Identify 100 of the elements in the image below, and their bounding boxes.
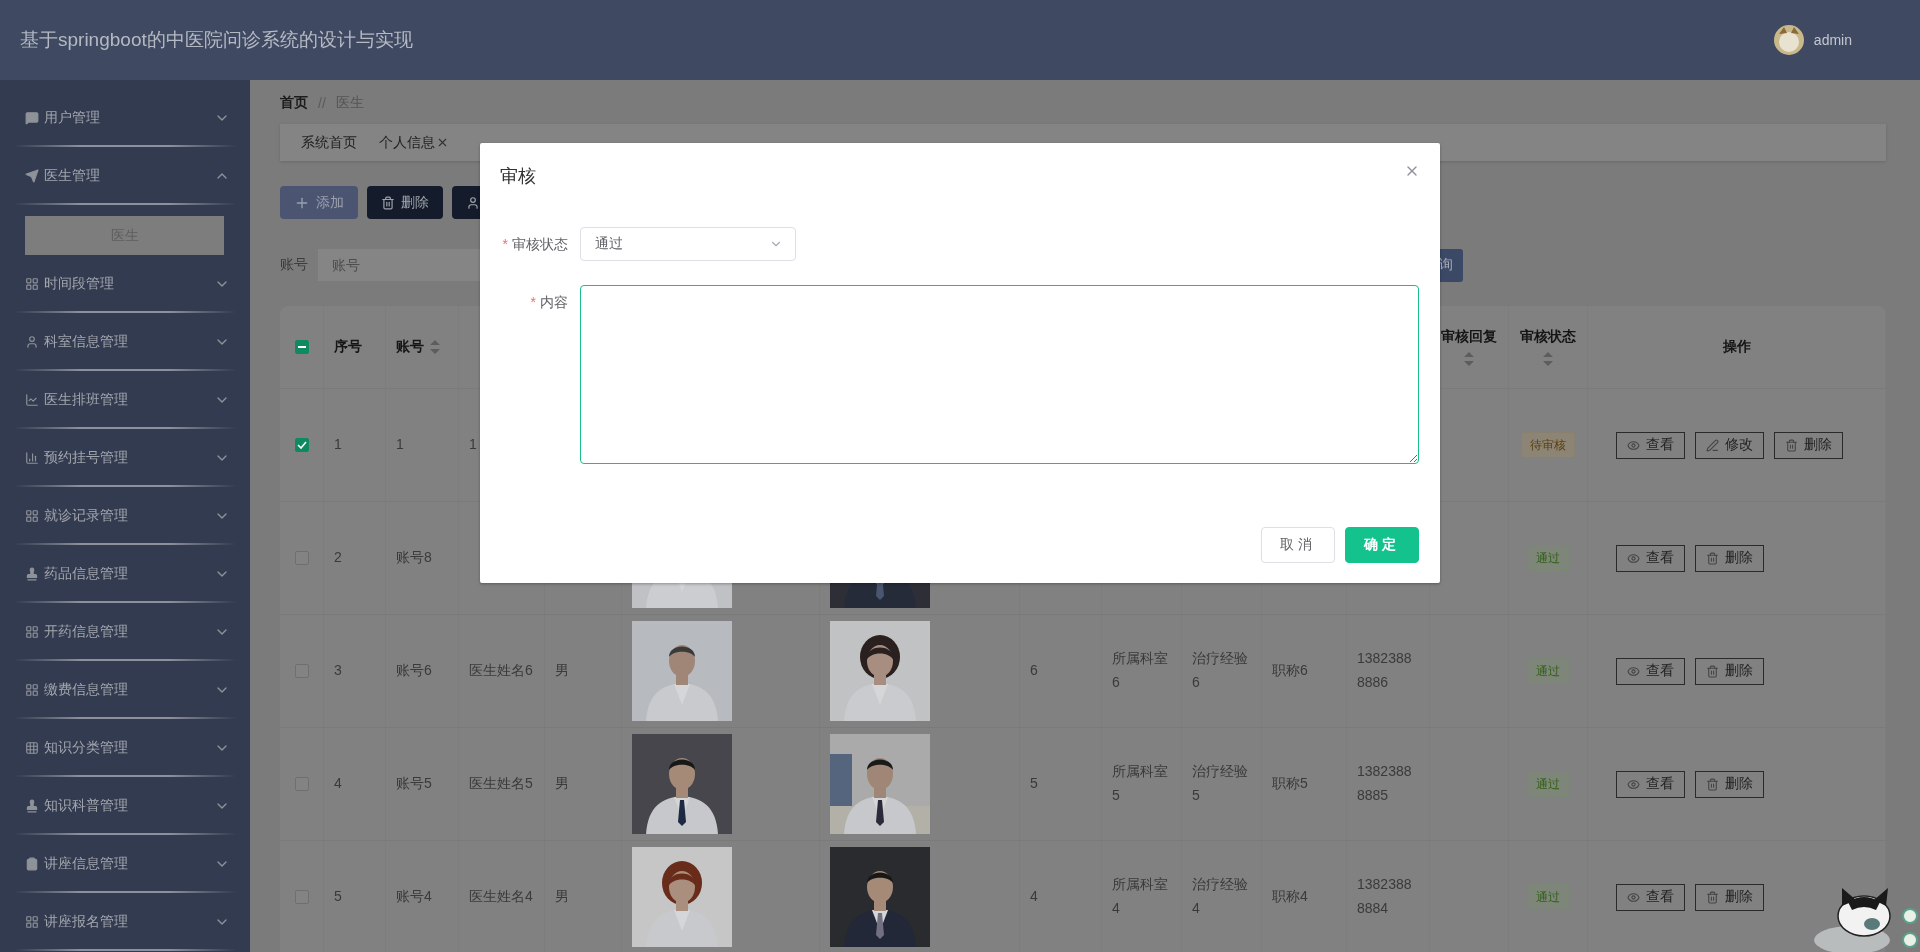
- sidebar-item[interactable]: 预约挂号管理: [0, 429, 250, 487]
- tab[interactable]: 个人信息: [368, 124, 460, 161]
- status-tag: 通过: [1527, 883, 1569, 911]
- grid-icon: [25, 683, 39, 697]
- pen-icon: [1706, 438, 1719, 452]
- action-button[interactable]: 删除: [1695, 544, 1764, 572]
- sidebar-item[interactable]: 开药信息管理: [0, 603, 250, 661]
- table-cell-text: 治疗经验6: [1192, 649, 1249, 692]
- action-button[interactable]: 修改: [1695, 431, 1764, 459]
- table-cell-text: 治疗经验5: [1192, 762, 1249, 805]
- tab[interactable]: 系统首页: [290, 124, 368, 161]
- table-cell-text: 4: [1030, 887, 1038, 907]
- action-button[interactable]: 查看: [1616, 657, 1685, 685]
- table-cell-text: 职称4: [1272, 887, 1308, 907]
- status-tag: 通过: [1527, 770, 1569, 798]
- status-tag: 待审核: [1521, 431, 1575, 459]
- bar-chart-icon: [25, 451, 39, 465]
- sort-icon[interactable]: [1543, 352, 1553, 366]
- column-header: 操作: [1722, 338, 1751, 356]
- status-select[interactable]: 通过: [580, 227, 796, 261]
- user-name[interactable]: admin: [1813, 32, 1852, 48]
- dash-icon: [297, 346, 306, 348]
- table-cell-text: 13823888884: [1357, 875, 1413, 918]
- sidebar-item[interactable]: 讲座报名管理: [0, 893, 250, 951]
- eye-icon: [1627, 890, 1640, 904]
- trash-icon: [381, 195, 395, 210]
- sidebar-item[interactable]: 缴费信息管理: [0, 661, 250, 719]
- table-cell-text: 6: [1030, 661, 1038, 681]
- sidebar-item[interactable]: 用户管理: [0, 89, 250, 147]
- checkbox[interactable]: [294, 438, 309, 452]
- table-cell-text: 治疗经验4: [1192, 875, 1249, 918]
- sidebar-item[interactable]: 讲座信息管理: [0, 835, 250, 893]
- action-button[interactable]: 查看: [1616, 544, 1685, 572]
- action-button[interactable]: 删除: [1695, 657, 1764, 685]
- send-icon: [25, 169, 39, 183]
- sidebar-item[interactable]: 药品信息管理: [0, 545, 250, 603]
- toolbar-button[interactable]: 添加: [280, 186, 358, 219]
- action-button[interactable]: 删除: [1774, 431, 1843, 459]
- trash-icon: [1706, 890, 1719, 904]
- confirm-button[interactable]: 确定: [1345, 527, 1419, 563]
- table-cell-text: 职称6: [1272, 661, 1308, 681]
- stamp-icon: [25, 799, 39, 813]
- cancel-button[interactable]: 取消: [1261, 527, 1335, 563]
- eye-icon: [1627, 664, 1640, 678]
- table-cell-text: 男: [555, 887, 569, 907]
- table-cell-text: 1: [396, 435, 404, 455]
- action-button[interactable]: 查看: [1616, 770, 1685, 798]
- table-cell-text: 账号5: [396, 774, 432, 794]
- sidebar-item[interactable]: 就诊记录管理: [0, 487, 250, 545]
- column-header: 账号: [396, 338, 424, 356]
- action-button[interactable]: 查看: [1616, 431, 1685, 459]
- column-header: 审核状态: [1520, 328, 1576, 346]
- close-icon[interactable]: [436, 136, 449, 149]
- status-tag: 通过: [1527, 657, 1569, 685]
- sort-icon[interactable]: [430, 340, 440, 354]
- checkbox[interactable]: [294, 340, 309, 354]
- sidebar-item[interactable]: 医生排班管理: [0, 371, 250, 429]
- action-button[interactable]: 查看: [1616, 883, 1685, 911]
- stamp-icon: [25, 567, 39, 581]
- table-cell-text: 所属科室5: [1112, 762, 1169, 805]
- cat-mascot-drawing[interactable]: [1812, 886, 1920, 952]
- sidebar-item[interactable]: 知识科普管理: [0, 777, 250, 835]
- sidebar-item[interactable]: 医生管理: [0, 147, 250, 205]
- trash-icon: [1706, 664, 1719, 678]
- sidebar-item[interactable]: 时间段管理: [0, 255, 250, 313]
- grid-icon: [25, 625, 39, 639]
- grid-icon: [25, 509, 39, 523]
- column-header: 审核回复: [1441, 328, 1497, 346]
- dialog-title: 审核: [500, 165, 536, 187]
- content-field[interactable]: [580, 285, 1419, 464]
- sidebar-item[interactable]: 科室信息管理: [0, 313, 250, 371]
- chat-icon: [25, 111, 39, 125]
- table-cell-text: 1: [334, 435, 342, 455]
- action-button[interactable]: 删除: [1695, 770, 1764, 798]
- tab-label[interactable]: 个人信息: [379, 133, 435, 152]
- check-icon: [296, 441, 307, 449]
- clipboard-icon: [25, 857, 39, 871]
- field-label: * 审核状态: [501, 235, 569, 254]
- table-cell-text: 3: [334, 661, 342, 681]
- eye-icon: [1627, 777, 1640, 791]
- action-button[interactable]: 删除: [1695, 883, 1764, 911]
- table-cell-text: 所属科室4: [1112, 875, 1169, 918]
- table-cell-text: 医生姓名6: [469, 661, 533, 681]
- status-tag: 通过: [1527, 544, 1569, 572]
- trash-icon: [1785, 438, 1798, 452]
- toolbar-button[interactable]: 删除: [367, 186, 443, 219]
- sidebar-item[interactable]: 知识分类管理: [0, 719, 250, 777]
- grid-icon: [25, 277, 39, 291]
- grid-icon: [25, 741, 39, 755]
- eye-icon: [1627, 438, 1640, 452]
- tab-label[interactable]: 系统首页: [301, 133, 357, 152]
- user-icon: [25, 335, 39, 349]
- table-cell-text: 男: [555, 774, 569, 794]
- table-cell-text: 13823888885: [1357, 762, 1413, 805]
- table-cell-text: 5: [334, 887, 342, 907]
- trash-icon: [1706, 777, 1719, 791]
- breadcrumb-separator: //: [318, 95, 326, 111]
- avatar-icon[interactable]: [1773, 25, 1804, 55]
- sort-icon[interactable]: [1464, 352, 1474, 366]
- breadcrumb-item[interactable]: 首页: [280, 94, 308, 112]
